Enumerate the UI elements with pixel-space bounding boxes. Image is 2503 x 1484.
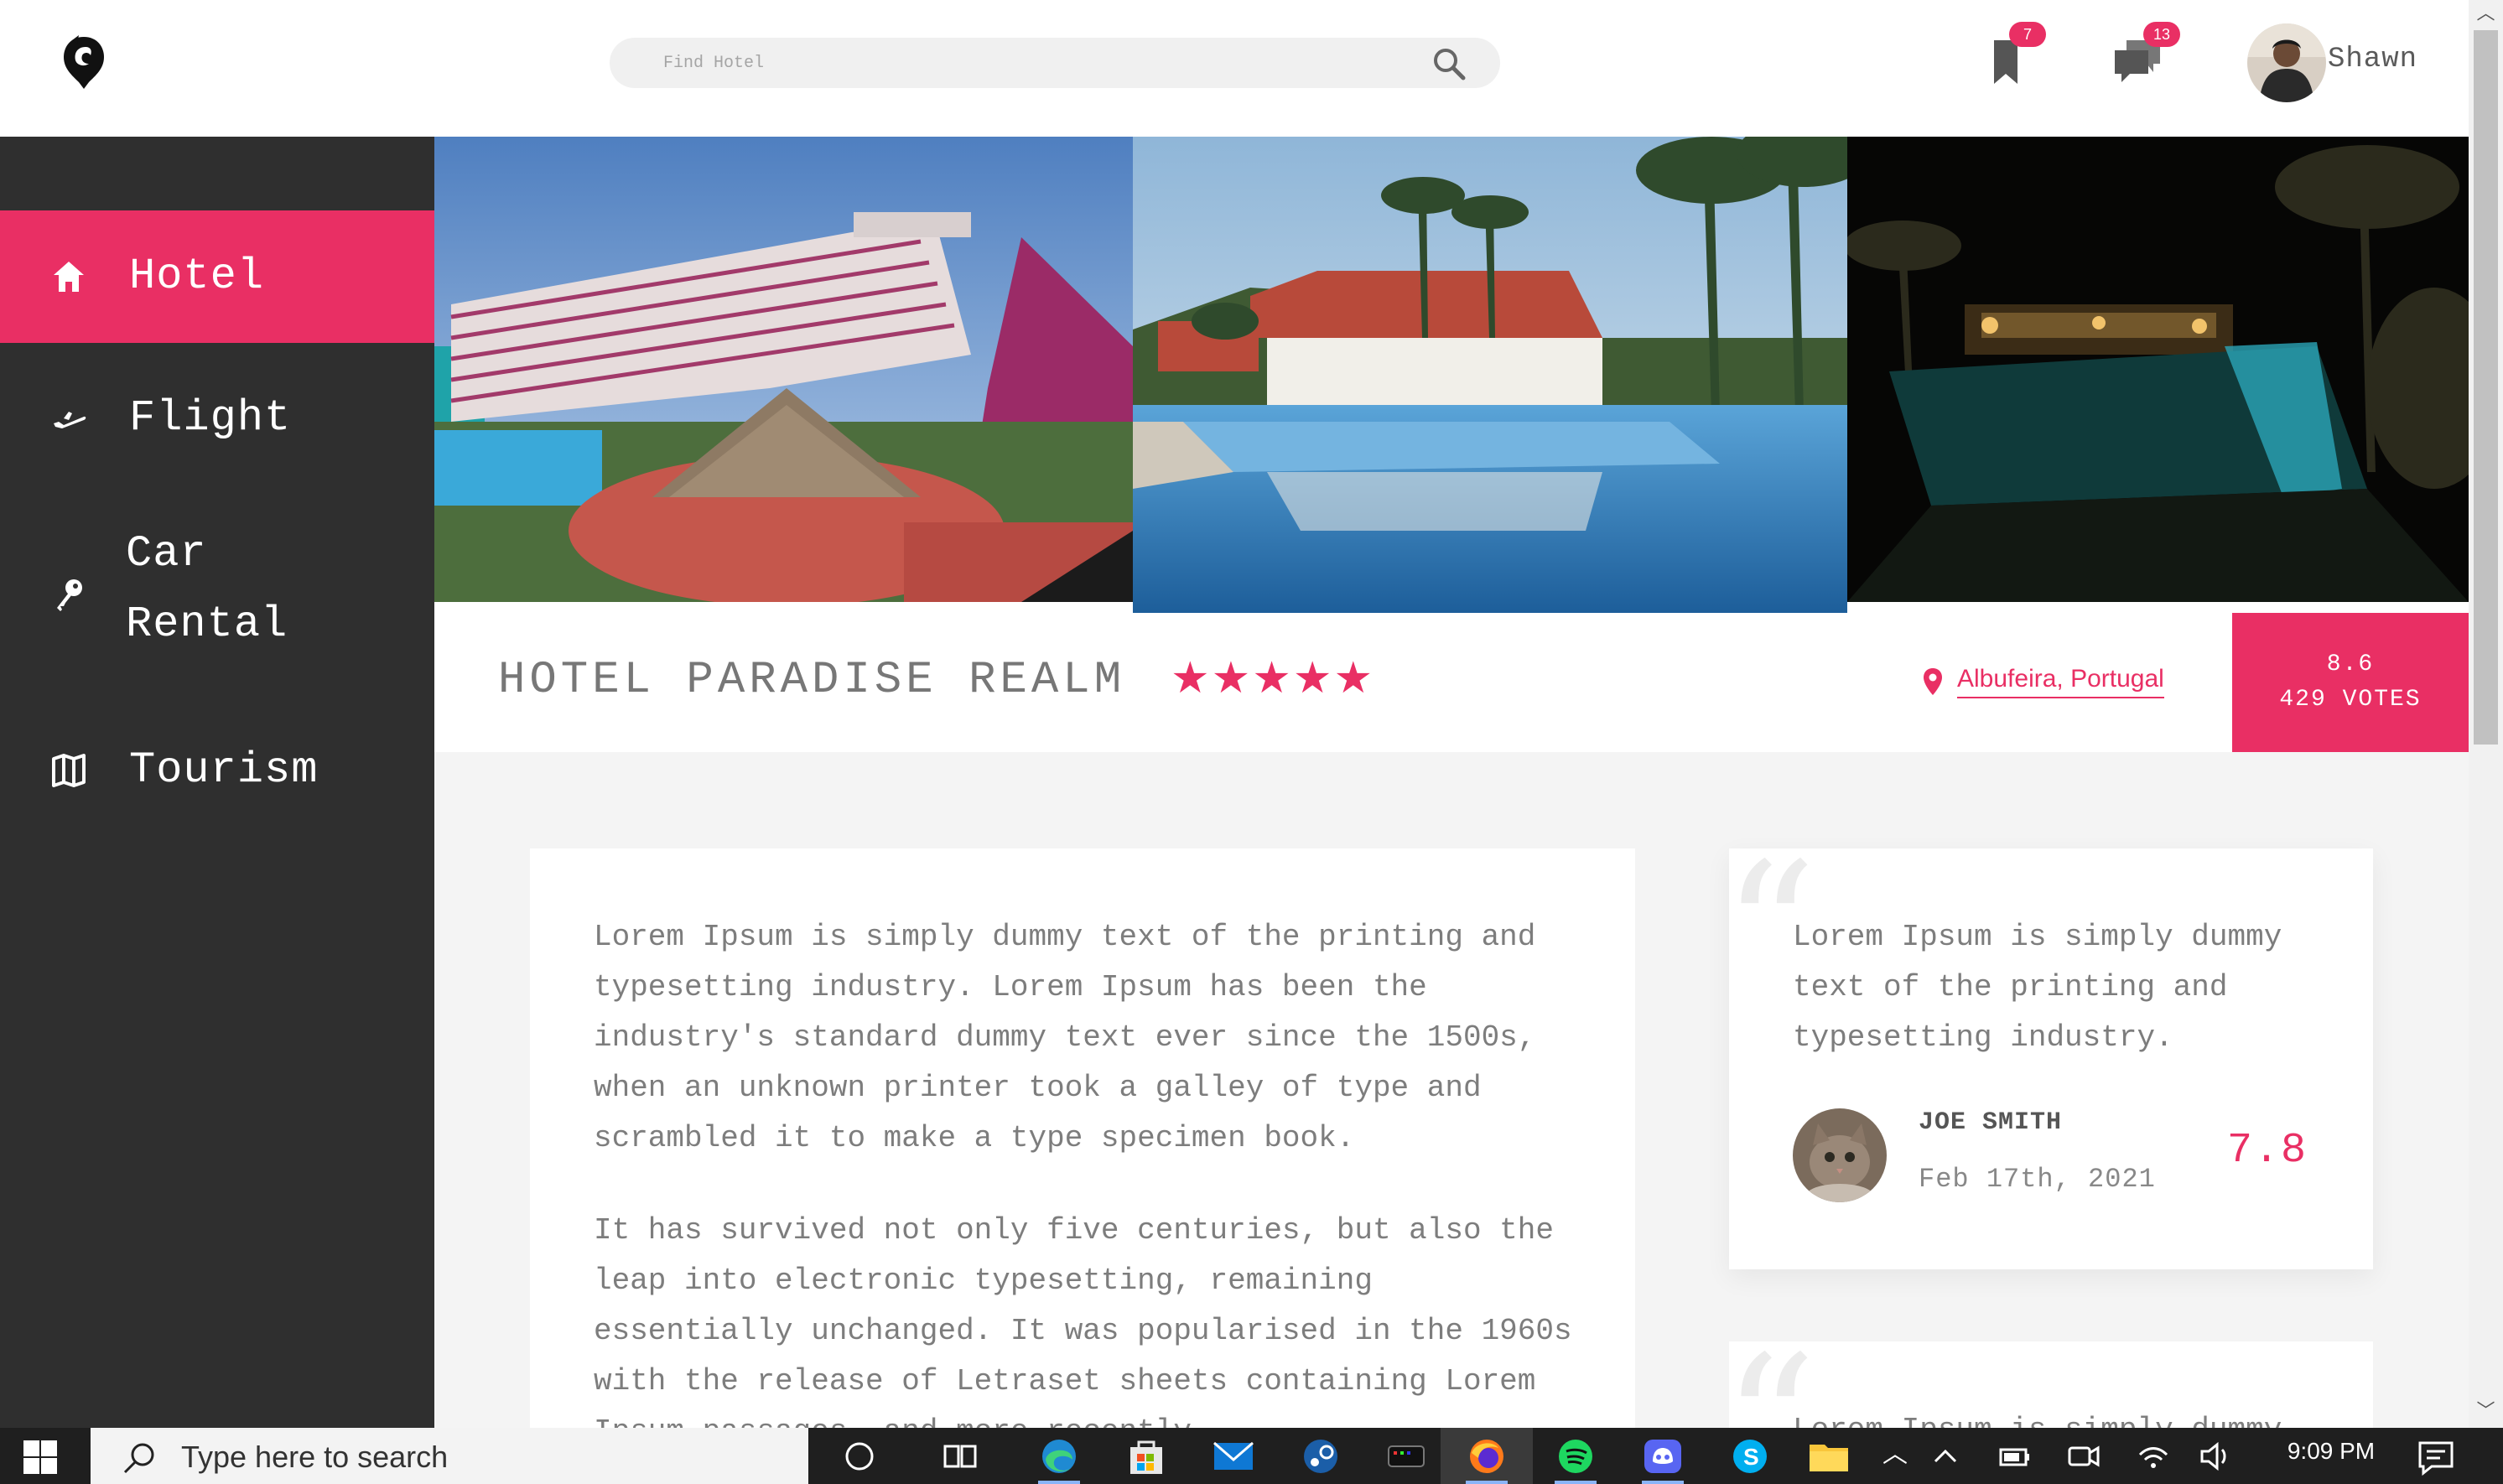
description-paragraph-1: Lorem Ipsum is simply dummy text of the …: [594, 920, 1536, 1155]
wifi-icon[interactable]: [2135, 1438, 2172, 1475]
sidebar-item-label: Flight: [129, 393, 292, 443]
description-card: Lorem Ipsum is simply dummy text of the …: [530, 848, 1635, 1435]
messages-badge: 13: [2143, 22, 2180, 47]
reviewer-name: JOE SMITH: [1919, 1108, 2063, 1137]
task-view-button[interactable]: [914, 1428, 1006, 1484]
search-input[interactable]: [610, 38, 1415, 88]
taskbar-search[interactable]: Type here to search: [91, 1428, 808, 1484]
review-text: Lorem Ipsum is simply dummy text of the …: [1793, 920, 2282, 1055]
key-icon: [57, 579, 82, 611]
battery-icon[interactable]: [1996, 1438, 2033, 1475]
task-view-icon: [943, 1445, 977, 1467]
tray-chevron-icon[interactable]: [1927, 1438, 1964, 1475]
svg-text:S: S: [1743, 1444, 1759, 1470]
taskbar-store[interactable]: [1100, 1428, 1192, 1484]
scroll-up-arrow-icon[interactable]: ︿: [2469, 0, 2503, 30]
taskbar-spotify[interactable]: [1529, 1428, 1622, 1484]
search-icon: [123, 1443, 154, 1474]
gamepad-icon: [1388, 1445, 1425, 1467]
sidebar: Hotel Flight Car Rental Tourism: [0, 137, 434, 1428]
map-icon: [52, 754, 86, 787]
skype-icon: S: [1733, 1439, 1767, 1473]
taskbar-mail[interactable]: [1187, 1428, 1280, 1484]
taskbar-clock[interactable]: 9:09 PM: [2272, 1438, 2390, 1465]
gallery-photo-night-pool[interactable]: [1847, 137, 2469, 602]
review-date: Feb 17th, 2021: [1919, 1164, 2156, 1195]
location-link[interactable]: Albufeira, Portugal: [1957, 665, 2164, 698]
taskbar-search-text: Type here to search: [181, 1440, 449, 1474]
edge-browser-icon: [1042, 1439, 1076, 1473]
bookmarks-badge: 7: [2009, 22, 2046, 47]
store-icon: [1130, 1440, 1162, 1474]
steam-icon: [1304, 1439, 1337, 1473]
sidebar-item-car-rental[interactable]: Car Rental: [0, 494, 434, 695]
rating-votes: 429 VOTES: [2279, 687, 2422, 713]
scroll-down-arrow-icon[interactable]: ﹀: [2469, 1398, 2503, 1428]
hotel-titlebar: HOTEL PARADISE REALM ★★★★★ Albufeira, Po…: [434, 613, 2469, 752]
sidebar-item-flight[interactable]: Flight: [0, 351, 434, 485]
messages-button[interactable]: 13: [2113, 22, 2180, 86]
sidebar-item-tourism[interactable]: Tourism: [0, 703, 434, 838]
taskbar-game-app[interactable]: [1360, 1428, 1452, 1484]
start-button[interactable]: [0, 1428, 87, 1484]
sidebar-item-hotel[interactable]: Hotel: [0, 210, 434, 343]
hotel-title: HOTEL PARADISE REALM: [498, 655, 1126, 706]
hotel-search: [610, 38, 1500, 88]
windows-logo-icon: [23, 1440, 57, 1474]
windows-taskbar: Type here to search S ︿ 9:09 PM: [0, 1428, 2503, 1484]
top-header: 7 13 Shawn: [0, 0, 2469, 137]
description-paragraph-2: It has survived not only five centuries,…: [594, 1213, 1572, 1435]
star-rating: ★★★★★: [1171, 653, 1375, 703]
notifications-icon[interactable]: [2415, 1438, 2457, 1476]
taskbar-file-explorer[interactable]: [1783, 1428, 1875, 1484]
hotel-location[interactable]: Albufeira, Portugal: [1922, 665, 2164, 698]
bookmarks-button[interactable]: 7: [1991, 22, 2046, 86]
rating-box: 8.6 429 VOTES: [2232, 613, 2469, 752]
gallery-photo-hotel-building[interactable]: [434, 137, 1133, 602]
gallery-photo-pool[interactable]: [1133, 137, 1847, 613]
taskbar-discord[interactable]: [1617, 1428, 1709, 1484]
spotify-icon: [1559, 1439, 1592, 1473]
user-avatar[interactable]: [2247, 23, 2326, 102]
sidebar-item-label-line2: Rental: [126, 599, 288, 649]
discord-icon: [1644, 1439, 1681, 1473]
rating-score: 8.6: [2326, 651, 2375, 677]
camera-icon[interactable]: [2064, 1438, 2101, 1475]
volume-icon[interactable]: [2197, 1438, 2234, 1475]
cortana-button[interactable]: [813, 1428, 906, 1484]
taskbar-steam[interactable]: [1275, 1428, 1367, 1484]
sidebar-item-label: Tourism: [129, 745, 319, 795]
sidebar-item-label: Car: [126, 529, 207, 579]
cortana-icon: [845, 1442, 874, 1470]
review-card: “ Lorem Ipsum is simply dummy text of th…: [1722, 838, 2373, 1269]
taskbar-firefox[interactable]: [1441, 1428, 1533, 1484]
folder-icon: [1810, 1444, 1848, 1471]
scrollbar-thumb[interactable]: [2474, 30, 2498, 745]
hotel-gallery: [434, 137, 2469, 613]
taskbar-edge[interactable]: [1013, 1428, 1105, 1484]
home-icon: [54, 262, 84, 292]
search-icon[interactable]: [1431, 46, 1467, 81]
user-name[interactable]: Shawn: [2328, 44, 2417, 75]
tray-expand-icon[interactable]: ︿: [1877, 1438, 1914, 1475]
airplane-icon: [54, 412, 86, 428]
sidebar-item-label: Hotel: [129, 252, 265, 301]
mail-icon: [1213, 1441, 1254, 1470]
firefox-icon: [1470, 1439, 1503, 1473]
location-pin-icon: [1924, 668, 1942, 695]
reviewer-avatar: [1793, 1108, 1887, 1202]
review-score: 7.8: [2227, 1127, 2308, 1175]
logo-icon[interactable]: [60, 34, 107, 91]
